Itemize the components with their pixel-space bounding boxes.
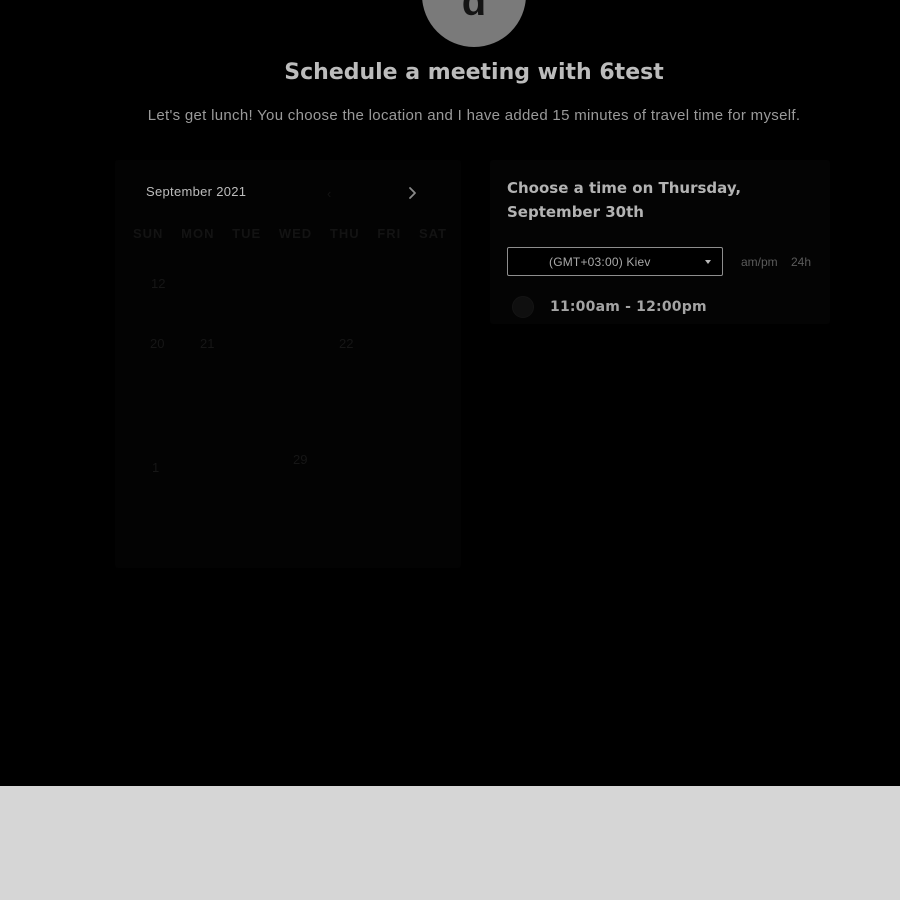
time-slot-option[interactable]: 11:00am - 12:00pm [510, 295, 810, 320]
weekday-tue: TUE [232, 226, 262, 241]
weekday-sun: SUN [133, 226, 164, 241]
calendar-day[interactable]: 21 [200, 336, 214, 351]
calendar-month-label: September 2021 [146, 184, 247, 199]
weekday-thu: THU [329, 226, 360, 241]
timezone-value: (GMT+03:00) Kiev [549, 255, 651, 269]
time-picker-panel: Choose a time on Thursday, September 30t… [490, 160, 830, 324]
footer-area [0, 786, 900, 900]
format-ampm-toggle[interactable]: am/pm [741, 255, 778, 269]
calendar-day[interactable]: 29 [293, 452, 307, 467]
weekday-sat: SAT [418, 226, 447, 241]
calendar-day[interactable]: 22 [339, 336, 353, 351]
avatar-initial: d [461, 0, 487, 24]
time-slot-label: 11:00am - 12:00pm [550, 299, 707, 315]
host-avatar: d [422, 0, 526, 47]
format-24h-toggle[interactable]: 24h [791, 255, 811, 269]
weekday-fri: FRI [377, 226, 402, 241]
prev-month-button[interactable]: ‹ [327, 186, 331, 201]
calendar-day[interactable]: 20 [150, 336, 164, 351]
timezone-select[interactable]: (GMT+03:00) Kiev [507, 247, 723, 276]
weekday-wed: WED [278, 226, 313, 241]
time-picker-heading: Choose a time on Thursday, September 30t… [507, 179, 742, 221]
weekday-mon: MON [181, 226, 215, 241]
caret-down-icon [705, 260, 711, 264]
event-description: Let's get lunch! You choose the location… [147, 107, 801, 124]
page-title: Schedule a meeting with 6test [284, 60, 664, 85]
calendar-panel: September 2021 ‹ SUN MON TUE WED THU FRI… [115, 160, 461, 568]
weekday-header: SUN MON TUE WED THU FRI SAT [133, 226, 447, 241]
calendar-day[interactable]: 1 [152, 460, 159, 475]
time-slot-radio[interactable] [512, 296, 534, 318]
booking-page: d Schedule a meeting with 6test Let's ge… [0, 0, 900, 786]
calendar-day[interactable]: 12 [151, 276, 165, 291]
chevron-right-icon [409, 187, 416, 199]
next-month-button[interactable] [404, 185, 420, 201]
